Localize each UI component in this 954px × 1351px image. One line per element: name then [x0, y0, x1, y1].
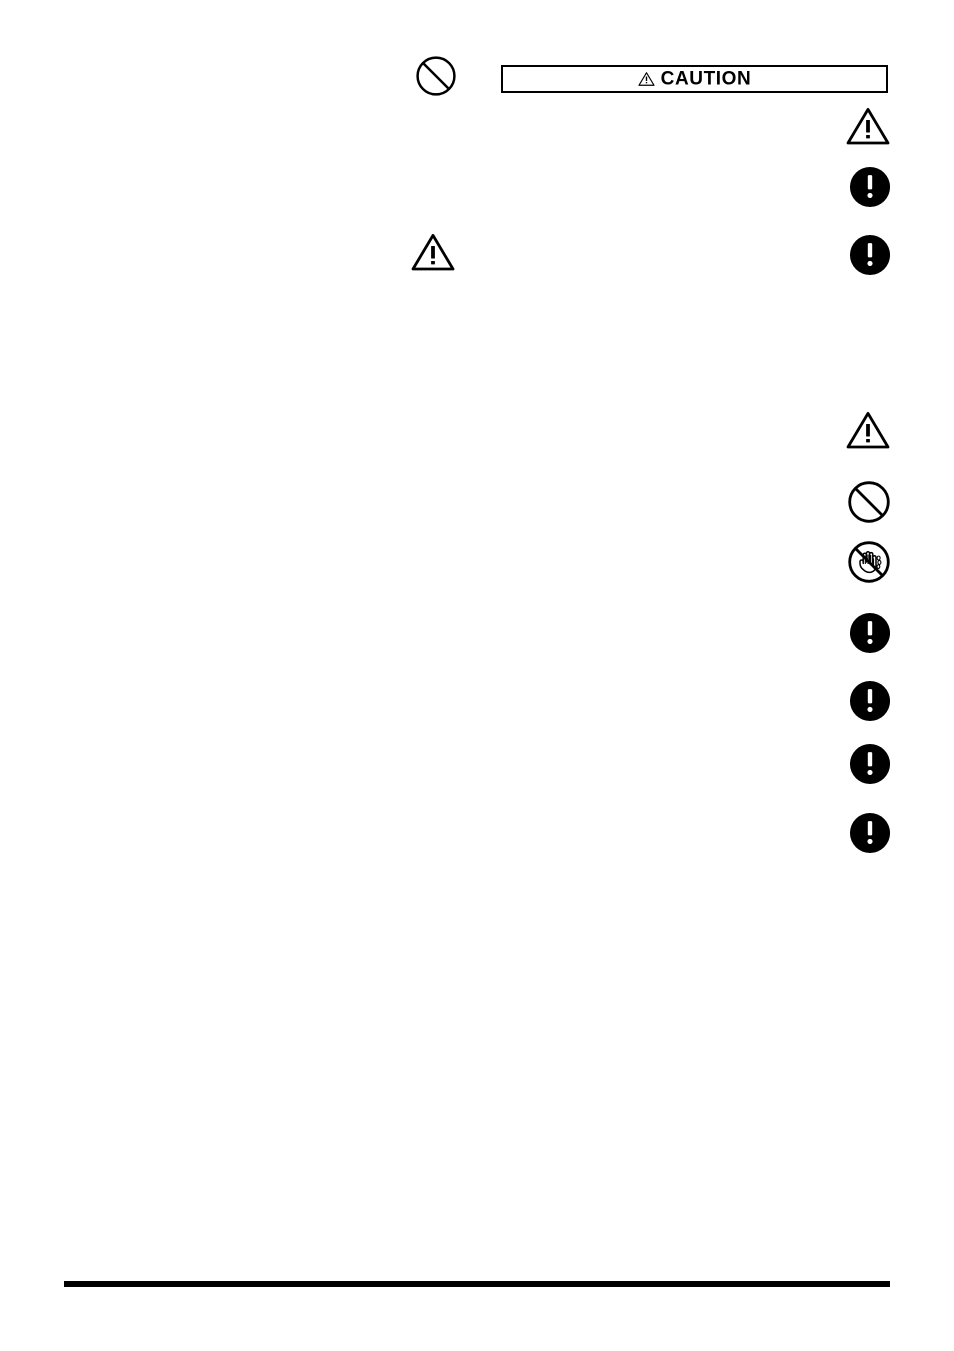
warning-triangle-icon: [846, 108, 890, 145]
prohibition-icon: [416, 56, 456, 96]
safety-instructions-page: CAUTION: [0, 0, 954, 1351]
mandatory-action-icon: [849, 612, 891, 654]
warning-triangle-icon: [638, 71, 655, 86]
mandatory-action-icon: [849, 743, 891, 785]
warning-triangle-icon: [411, 234, 455, 271]
warning-triangle-icon: [846, 412, 890, 449]
caution-banner-content: CAUTION: [638, 69, 752, 88]
prohibition-icon: [848, 481, 890, 523]
caution-label: CAUTION: [660, 68, 752, 89]
mandatory-action-icon: [849, 812, 891, 854]
caution-banner: CAUTION: [501, 65, 888, 93]
no-wet-hands-icon: [848, 541, 890, 583]
footer-rule: [64, 1281, 890, 1287]
mandatory-action-icon: [849, 166, 891, 208]
mandatory-action-icon: [849, 234, 891, 276]
mandatory-action-icon: [849, 680, 891, 722]
